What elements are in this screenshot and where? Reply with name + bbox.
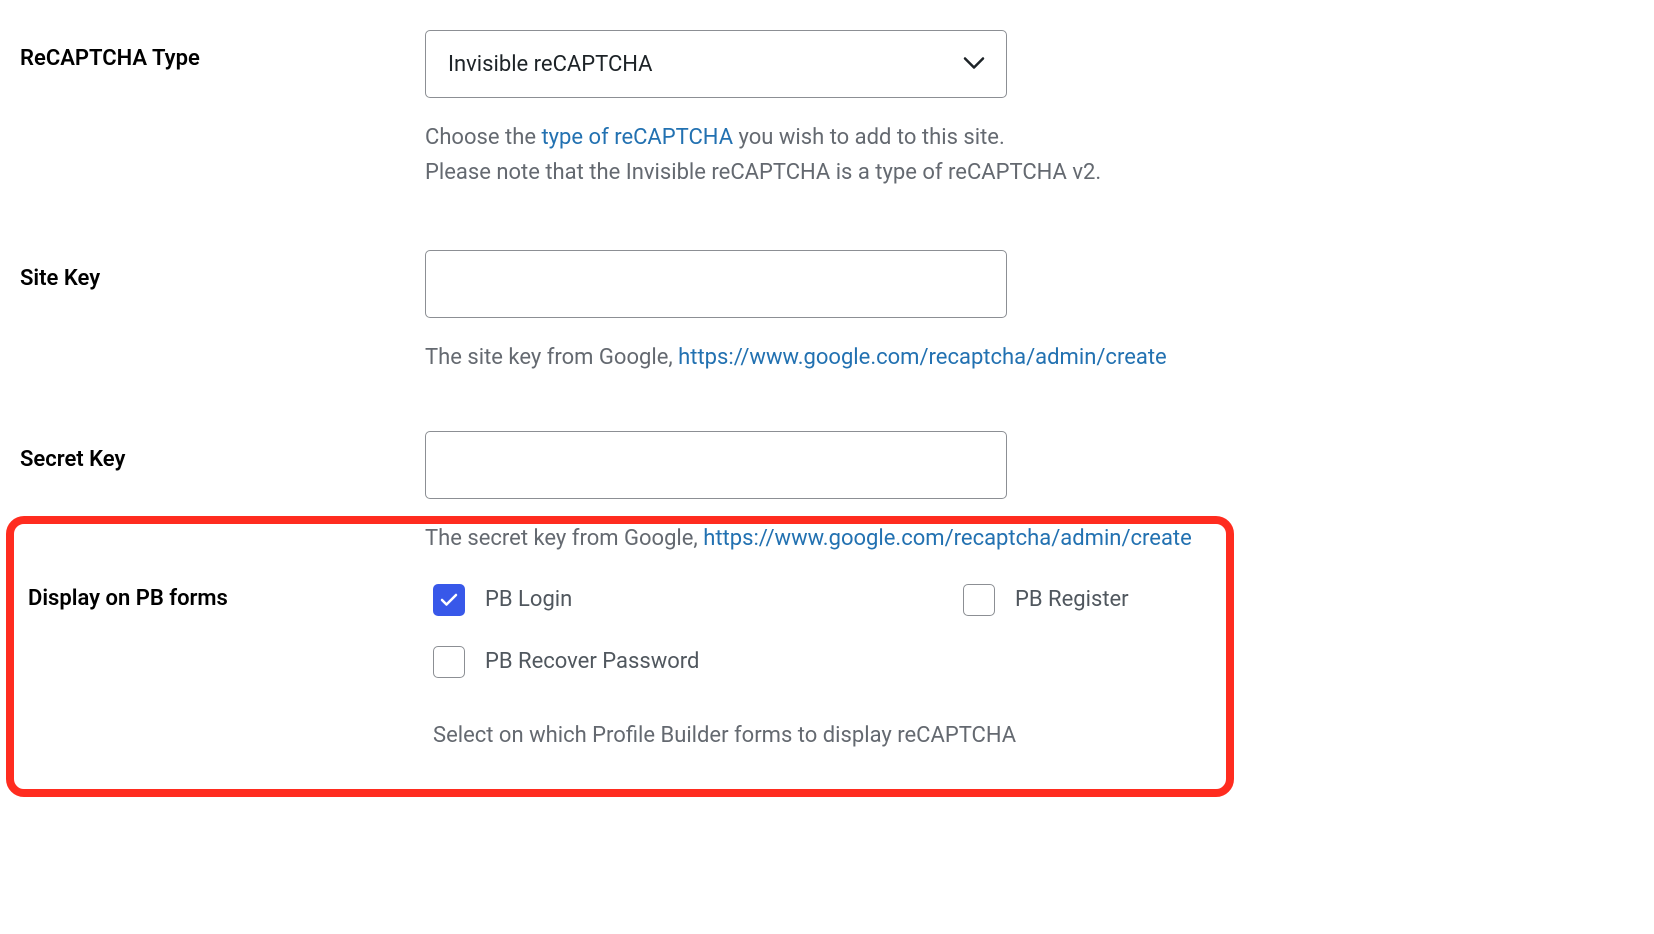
recaptcha-type-help: Choose the type of reCAPTCHA you wish to… <box>425 120 1275 190</box>
site-key-link[interactable]: https://www.google.com/recaptcha/admin/c… <box>678 345 1167 370</box>
pb-login-checkbox[interactable] <box>433 584 465 616</box>
secret-key-label: Secret Key <box>20 447 125 472</box>
recaptcha-type-row: ReCAPTCHA Type Invisible reCAPTCHA Choos… <box>20 30 1634 190</box>
recaptcha-type-label: ReCAPTCHA Type <box>20 46 200 71</box>
secret-key-input[interactable] <box>425 431 1007 499</box>
secret-key-link[interactable]: https://www.google.com/recaptcha/admin/c… <box>703 526 1192 551</box>
site-key-help: The site key from Google, https://www.go… <box>425 340 1275 375</box>
pb-register-option: PB Register <box>963 584 1203 616</box>
recaptcha-type-select[interactable]: Invisible reCAPTCHA <box>425 30 1007 98</box>
pb-recover-option: PB Recover Password <box>433 646 963 678</box>
checkmark-icon <box>440 593 458 607</box>
pb-recover-checkbox[interactable] <box>433 646 465 678</box>
site-key-row: Site Key The site key from Google, https… <box>20 250 1634 375</box>
secret-key-help: The secret key from Google, https://www.… <box>425 521 1275 556</box>
pb-register-label: PB Register <box>1015 587 1129 612</box>
pb-login-option: PB Login <box>433 584 963 616</box>
site-key-label: Site Key <box>20 266 100 291</box>
display-pb-forms-help: Select on which Profile Builder forms to… <box>433 718 1226 753</box>
pb-forms-highlight: Display on PB forms PB Login PB Register <box>6 516 1234 797</box>
site-key-input[interactable] <box>425 250 1007 318</box>
pb-recover-label: PB Recover Password <box>485 649 699 674</box>
pb-login-label: PB Login <box>485 587 572 612</box>
display-pb-forms-label: Display on PB forms <box>28 586 228 611</box>
recaptcha-type-link[interactable]: type of reCAPTCHA <box>541 125 733 150</box>
pb-register-checkbox[interactable] <box>963 584 995 616</box>
display-pb-forms-row: Display on PB forms PB Login PB Register <box>14 584 1226 753</box>
recaptcha-type-value: Invisible reCAPTCHA <box>448 52 653 77</box>
